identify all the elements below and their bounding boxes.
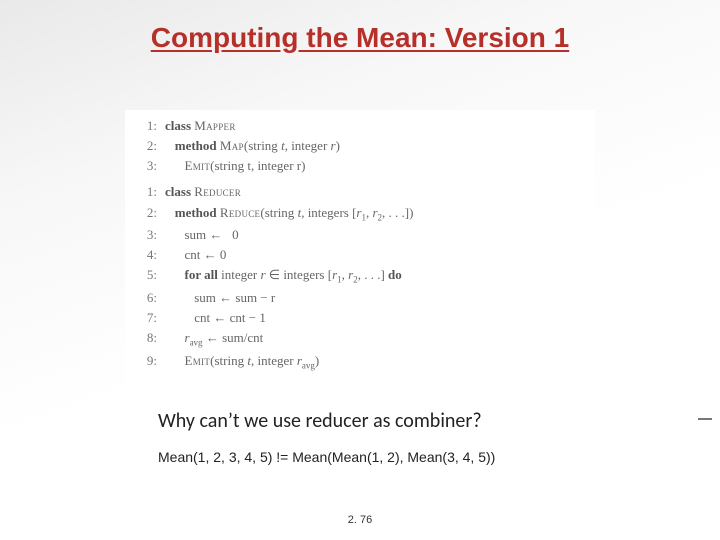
- line-number: 2:: [135, 203, 157, 226]
- code-line: 3: Emit(string t, integer r): [135, 156, 585, 176]
- for-body: integer r ∈ integers [r1, r2, . . .]: [218, 267, 388, 282]
- emit-call: Emit: [185, 158, 211, 173]
- stmt: ravg ← sum/cnt: [185, 330, 264, 345]
- side-mark: [698, 418, 712, 420]
- code-line: 8: ravg ← sum/cnt: [135, 328, 585, 351]
- slide: Computing the Mean: Version 1 1: class M…: [0, 0, 720, 540]
- page-number: 2. 76: [0, 514, 720, 526]
- keyword-class: class: [165, 118, 191, 133]
- class-name: Mapper: [194, 118, 235, 133]
- line-number: 1:: [135, 116, 157, 136]
- question-text: Why can’t we use reducer as combiner?: [158, 409, 680, 433]
- method-sig: (string t, integer r): [244, 138, 340, 153]
- slide-title: Computing the Mean: Version 1: [40, 22, 680, 54]
- keyword-method: method: [175, 138, 217, 153]
- line-number: 7:: [135, 308, 157, 328]
- line-number: 6:: [135, 288, 157, 308]
- code-line: 2: method Reduce(string t, integers [r1,…: [135, 203, 585, 226]
- line-number: 9:: [135, 351, 157, 374]
- emit-args: (string t, integer ravg): [210, 353, 319, 368]
- emit-args: (string t, integer r): [210, 158, 305, 173]
- code-line: 2: method Map(string t, integer r): [135, 136, 585, 156]
- stmt: cnt ← 0: [185, 247, 227, 262]
- line-number: 5:: [135, 265, 157, 288]
- keyword-do: do: [388, 267, 402, 282]
- method-name: Map: [220, 138, 244, 153]
- code-line: 1: class Mapper: [135, 116, 585, 136]
- example-text: Mean(1, 2, 3, 4, 5) != Mean(Mean(1, 2), …: [158, 449, 680, 465]
- line-number: 3:: [135, 156, 157, 176]
- keyword-method: method: [175, 205, 217, 220]
- code-line: 7: cnt ← cnt − 1: [135, 308, 585, 328]
- line-number: 8:: [135, 328, 157, 351]
- pseudocode-block: 1: class Mapper 2: method Map(string t, …: [125, 110, 595, 383]
- method-sig: (string t, integers [r1, r2, . . .]): [260, 205, 413, 220]
- method-name: Reduce: [220, 205, 260, 220]
- stmt: sum ← sum − r: [194, 290, 275, 305]
- code-line: 5: for all integer r ∈ integers [r1, r2,…: [135, 265, 585, 288]
- line-number: 1:: [135, 182, 157, 202]
- stmt: sum ← 0: [185, 227, 239, 242]
- line-number: 4:: [135, 245, 157, 265]
- line-number: 3:: [135, 225, 157, 245]
- emit-call: Emit: [185, 353, 211, 368]
- code-line: 4: cnt ← 0: [135, 245, 585, 265]
- keyword-forall: for all: [185, 267, 218, 282]
- code-line: 3: sum ← 0: [135, 225, 585, 245]
- stmt: cnt ← cnt − 1: [194, 310, 266, 325]
- class-name: Reducer: [194, 184, 241, 199]
- line-number: 2:: [135, 136, 157, 156]
- code-line: 1: class Reducer: [135, 182, 585, 202]
- code-line: 9: Emit(string t, integer ravg): [135, 351, 585, 374]
- keyword-class: class: [165, 184, 191, 199]
- code-line: 6: sum ← sum − r: [135, 288, 585, 308]
